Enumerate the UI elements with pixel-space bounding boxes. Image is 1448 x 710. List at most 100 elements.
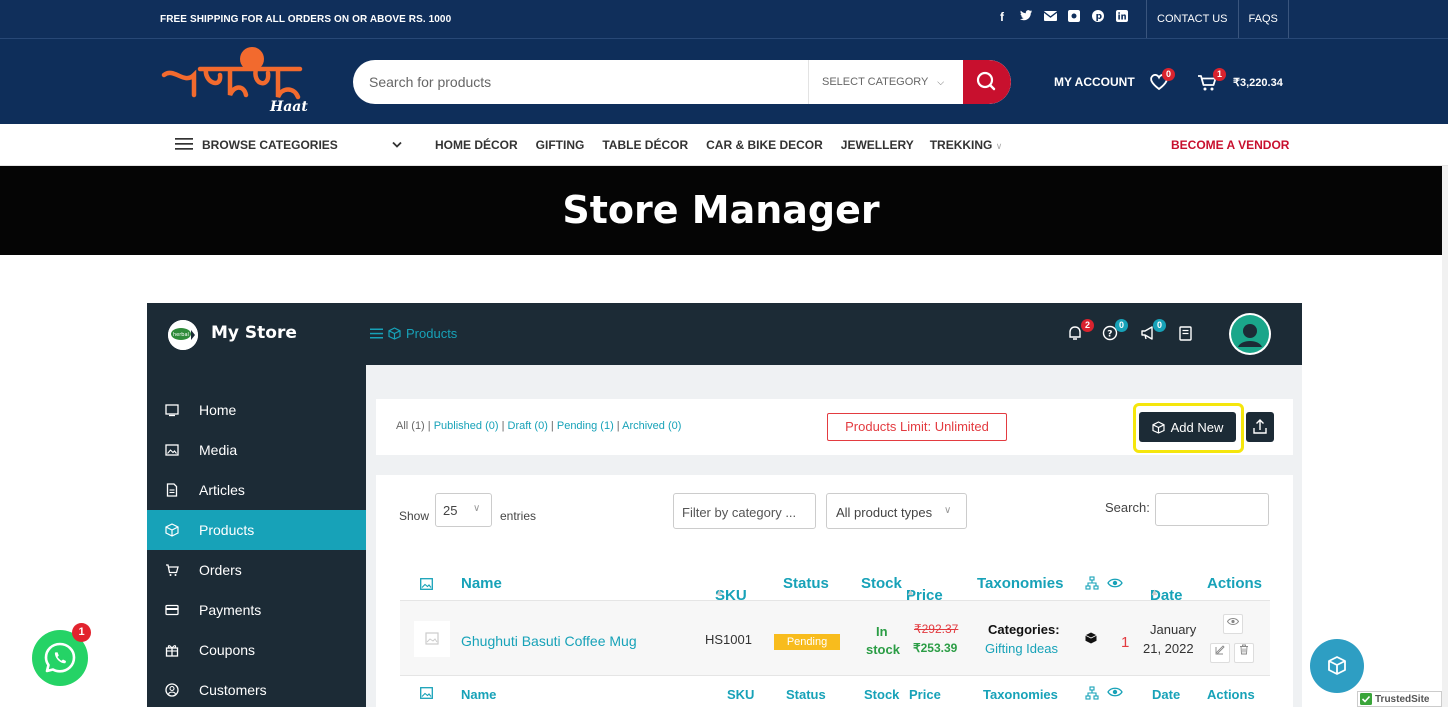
trustedsite-badge[interactable]: TrustedSite <box>1357 691 1442 707</box>
svg-text:p: p <box>1096 12 1103 22</box>
contact-us-link[interactable]: CONTACT US <box>1146 0 1238 38</box>
chevron-down-icon: ∨ <box>473 503 481 514</box>
user-avatar[interactable] <box>1229 313 1271 355</box>
instagram-icon[interactable] <box>1067 10 1081 25</box>
edit-product-button[interactable] <box>1210 643 1230 663</box>
avatar-icon <box>1231 315 1269 353</box>
product-type-select[interactable]: All product types ∨ <box>826 493 967 529</box>
price-regular: ₹292.37 <box>914 622 959 636</box>
image-column-icon <box>420 577 433 594</box>
announcements-badge: 0 <box>1153 319 1166 332</box>
filter-pending[interactable]: Pending (1) <box>557 420 614 432</box>
delete-product-button[interactable] <box>1234 643 1254 663</box>
sidebar-item-coupons[interactable]: Coupons <box>147 630 366 670</box>
category-filter-select[interactable]: Filter by category ... <box>673 493 816 529</box>
nav-item-home-decor[interactable]: HOME DÉCOR <box>435 138 518 152</box>
product-name-link[interactable]: Ghughuti Basuti Coffee Mug <box>461 633 637 649</box>
book-icon <box>1179 326 1192 341</box>
filter-archived[interactable]: Archived (0) <box>622 420 681 432</box>
sidebar-item-articles[interactable]: Articles <box>147 470 366 510</box>
my-account-link[interactable]: MY ACCOUNT <box>1054 75 1135 89</box>
twitter-icon[interactable] <box>1019 10 1033 25</box>
trash-icon <box>1240 644 1248 655</box>
add-new-label: Add New <box>1170 419 1224 435</box>
faqs-link[interactable]: FAQS <box>1237 0 1289 38</box>
pinterest-icon[interactable]: p <box>1091 10 1105 25</box>
footer-column-taxonomies: Taxonomies <box>983 687 1058 702</box>
entries-select[interactable]: 25 ∨ <box>435 493 492 527</box>
become-vendor-link[interactable]: BECOME A VENDOR <box>1171 138 1289 152</box>
column-actions: Actions <box>1207 575 1263 592</box>
cube-icon <box>1328 656 1346 675</box>
chevron-down-icon: ∨ <box>944 505 952 516</box>
nav-menu: HOME DÉCOR GIFTING TABLE DÉCOR CAR & BIK… <box>435 138 1002 152</box>
user-icon <box>165 683 179 697</box>
status-filter-links: All (1) | Published (0) | Draft (0) | Pe… <box>396 420 682 432</box>
top-links: CONTACT US FAQS <box>1146 0 1289 38</box>
category-link[interactable]: Gifting Ideas <box>985 641 1058 656</box>
nav-item-gifting[interactable]: GIFTING <box>536 138 585 152</box>
sidebar-item-payments[interactable]: Payments <box>147 590 366 630</box>
sidebar-item-customers[interactable]: Customers <box>147 670 366 710</box>
export-icon <box>1253 419 1267 434</box>
sidebar-item-products[interactable]: Products <box>147 510 366 550</box>
edit-icon <box>1215 645 1225 655</box>
column-name[interactable]: Name <box>461 575 502 592</box>
nav-item-table-decor[interactable]: TABLE DÉCOR <box>602 138 688 152</box>
eye-icon <box>1226 618 1240 625</box>
wishlist-count-badge: 0 <box>1162 68 1175 81</box>
sidebar-item-media[interactable]: Media <box>147 430 366 470</box>
sidebar-item-home[interactable]: Home <box>147 390 366 430</box>
search-input[interactable] <box>369 60 799 104</box>
store-logo[interactable]: herbal <box>168 320 198 350</box>
linkedin-icon[interactable] <box>1115 10 1129 25</box>
column-status[interactable]: Status <box>783 575 829 592</box>
store-manager-fab[interactable] <box>1310 639 1364 693</box>
category-select-label: SELECT CATEGORY <box>822 76 929 88</box>
nav-item-jewellery[interactable]: JEWELLERY <box>841 138 914 152</box>
chevron-down-icon <box>392 141 402 148</box>
knowledgebase-button[interactable] <box>1179 326 1192 346</box>
category-select[interactable]: SELECT CATEGORY ⌵ <box>808 60 963 104</box>
filter-draft[interactable]: Draft (0) <box>508 420 548 432</box>
footer-column-price: Price <box>909 687 941 702</box>
column-taxonomies[interactable]: Taxonomies <box>977 575 1063 592</box>
footer-column-sku: SKU <box>727 687 755 702</box>
sidebar-item-orders[interactable]: Orders <box>147 550 366 590</box>
status-badge: Pending <box>774 634 840 650</box>
facebook-icon[interactable]: f <box>995 10 1009 25</box>
store-name[interactable]: My Store <box>211 323 297 343</box>
store-manager-panel: herbal My Store Products 2 ? 0 0 Home Me… <box>147 303 1302 707</box>
page-banner: Store Manager <box>0 166 1442 255</box>
cart-icon <box>166 564 179 576</box>
view-product-button[interactable] <box>1223 614 1243 634</box>
email-icon[interactable] <box>1043 10 1057 25</box>
browse-categories-label: BROWSE CATEGORIES <box>202 138 338 152</box>
nav-item-trekking[interactable]: TREKKING ∨ <box>930 138 1003 152</box>
stock-status-line1: In <box>876 624 888 639</box>
filter-all[interactable]: All (1) <box>396 420 425 432</box>
add-new-button[interactable]: Add New <box>1139 412 1236 442</box>
product-thumbnail[interactable] <box>414 621 450 657</box>
products-limit-badge: Products Limit: Unlimited <box>827 413 1007 441</box>
nav-item-car-bike-decor[interactable]: CAR & BIKE DECOR <box>706 138 823 152</box>
import-export-button[interactable] <box>1246 412 1274 442</box>
chevron-down-icon: ⌵ <box>937 77 945 87</box>
gift-icon <box>165 645 179 657</box>
breadcrumb-products[interactable]: Products <box>406 326 457 341</box>
store-manager-header: herbal My Store Products 2 ? 0 0 <box>147 303 1302 365</box>
cart-total: ₹3,220.34 <box>1233 77 1283 89</box>
menu-toggle-icon[interactable] <box>370 328 383 339</box>
table-search-input[interactable] <box>1155 493 1269 526</box>
image-column-icon <box>420 687 433 702</box>
footer-column-date: Date <box>1152 687 1181 702</box>
filter-published[interactable]: Published (0) <box>434 420 499 432</box>
sidebar-item-label: Media <box>199 442 238 458</box>
column-stock[interactable]: Stock <box>861 575 902 592</box>
footer-column-name: Name <box>461 687 497 702</box>
table-row[interactable]: Ghughuti Basuti Coffee Mug HS1001 Pendin… <box>400 600 1270 676</box>
top-bar: FREE SHIPPING FOR ALL ORDERS ON OR ABOVE… <box>0 0 1448 38</box>
search-button[interactable] <box>963 60 1011 104</box>
table-footer: Name SKU Status Stock Price Taxonomies D… <box>400 677 1270 707</box>
site-logo[interactable]: Haat <box>160 45 310 117</box>
